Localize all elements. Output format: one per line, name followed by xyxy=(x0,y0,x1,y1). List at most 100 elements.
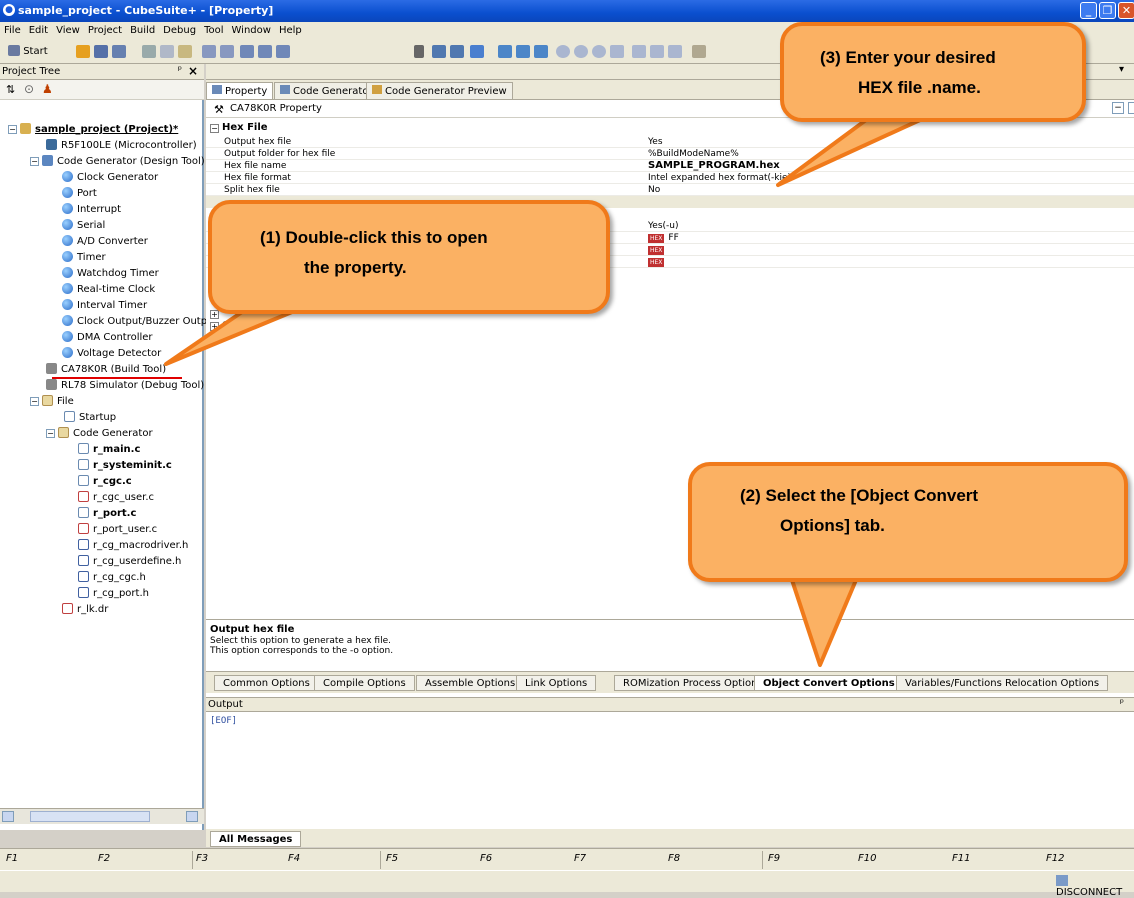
connect-icon[interactable] xyxy=(692,45,706,58)
fkey-f3[interactable]: F3 xyxy=(196,853,208,864)
download-icon[interactable] xyxy=(498,45,512,58)
step-over-icon[interactable] xyxy=(650,45,664,58)
dropdown-icon[interactable] xyxy=(414,45,424,58)
tab-romization-options[interactable]: ROMization Process Options xyxy=(614,675,772,691)
menu-view[interactable]: View xyxy=(52,22,84,36)
property-row[interactable]: Output hex file Yes xyxy=(206,136,1134,148)
tree-item-project[interactable]: − sample_project (Project)* xyxy=(8,122,178,138)
save-all-icon[interactable] xyxy=(112,45,126,58)
property-row[interactable]: Split hex file No xyxy=(206,184,1134,196)
tree-item-microcontroller[interactable]: R5F100LE (Microcontroller) xyxy=(46,138,197,154)
horizontal-scrollbar[interactable] xyxy=(0,808,204,824)
hex-file-name-field[interactable]: SAMPLE_PROGRAM.hex xyxy=(648,160,780,172)
tree-item-file-r-cgc-user[interactable]: r_cgc_user.c xyxy=(78,490,154,506)
tab-link-options[interactable]: Link Options xyxy=(516,675,597,691)
panel-menu-icon[interactable]: ▾ xyxy=(1119,64,1124,75)
property-row[interactable]: Output folder for hex file %BuildModeName… xyxy=(206,148,1134,160)
tab-compile-options[interactable]: Compile Options xyxy=(314,675,415,691)
menu-help[interactable]: Help xyxy=(275,22,306,36)
open-icon[interactable] xyxy=(76,45,90,58)
collapse-icon[interactable]: − xyxy=(30,157,39,166)
tree-item-file-r-cg-userdefine[interactable]: r_cg_userdefine.h xyxy=(78,554,181,570)
section-others[interactable]: + Others xyxy=(206,320,1134,332)
tree-item-file-r-cg-port-h[interactable]: r_cg_port.h xyxy=(78,586,149,602)
menu-file[interactable]: File xyxy=(0,22,25,36)
redo-icon[interactable] xyxy=(220,45,234,58)
menu-debug[interactable]: Debug xyxy=(159,22,200,36)
tree-item-file-r-cg-cgc-h[interactable]: r_cg_cgc.h xyxy=(78,570,146,586)
tree-item-file[interactable]: − File xyxy=(30,394,74,410)
tree-item-port[interactable]: Port xyxy=(62,186,97,202)
tree-item-file-r-systeminit[interactable]: r_systeminit.c xyxy=(78,458,172,474)
close-panel-icon[interactable]: × xyxy=(188,64,198,78)
tree-item-file-r-port[interactable]: r_port.c xyxy=(78,506,136,522)
fkey-f2[interactable]: F2 xyxy=(98,853,110,864)
tree-item-clock-output[interactable]: Clock Output/Buzzer Output xyxy=(62,314,217,330)
fkey-f7[interactable]: F7 xyxy=(574,853,586,864)
tree-item-clock-generator[interactable]: Clock Generator xyxy=(62,170,158,186)
save-icon[interactable] xyxy=(94,45,108,58)
scroll-right-icon[interactable] xyxy=(186,811,198,822)
rebuild-icon[interactable] xyxy=(450,45,464,58)
replace-icon[interactable] xyxy=(258,45,272,58)
tree-item-real-time-clock[interactable]: Real-time Clock xyxy=(62,282,155,298)
tree-item-debug-tool[interactable]: RL78 Simulator (Debug Tool) xyxy=(46,378,204,394)
collapse-icon[interactable]: − xyxy=(8,125,17,134)
find-icon[interactable] xyxy=(240,45,254,58)
menu-window[interactable]: Window xyxy=(228,22,275,36)
tree-item-interrupt[interactable]: Interrupt xyxy=(62,202,121,218)
tree-item-serial[interactable]: Serial xyxy=(62,218,105,234)
tab-code-generator-preview[interactable]: Code Generator Preview xyxy=(366,82,513,99)
sort-icon[interactable]: ⇅ xyxy=(6,83,15,96)
property-row-hex-file-name[interactable]: Hex file name SAMPLE_PROGRAM.hex xyxy=(206,160,1134,172)
tree-item-code-generator-folder[interactable]: − Code Generator xyxy=(46,426,153,442)
tree-item-file-r-cg-macrodriver[interactable]: r_cg_macrodriver.h xyxy=(78,538,188,554)
run-icon[interactable] xyxy=(574,45,588,58)
collapse-icon[interactable]: − xyxy=(46,429,55,438)
fkey-f12[interactable]: F12 xyxy=(1046,853,1064,864)
menu-edit[interactable]: Edit xyxy=(25,22,52,36)
tab-assemble-options[interactable]: Assemble Options xyxy=(416,675,525,691)
stop-icon[interactable] xyxy=(556,45,570,58)
pin-icon[interactable]: ᵖ xyxy=(1120,698,1124,709)
tree-item-startup[interactable]: Startup xyxy=(64,410,116,426)
pin-icon[interactable]: ᵖ xyxy=(178,65,182,76)
menu-build[interactable]: Build xyxy=(126,22,159,36)
build-icon[interactable] xyxy=(432,45,446,58)
copy-icon[interactable] xyxy=(160,45,174,58)
tab-object-convert-options[interactable]: Object Convert Options xyxy=(754,675,904,691)
scroll-thumb[interactable] xyxy=(30,811,150,822)
tab-variables-relocation-options[interactable]: Variables/Functions Relocation Options xyxy=(896,675,1109,691)
fkey-f9[interactable]: F9 xyxy=(768,853,780,864)
restore-button[interactable]: ❐ xyxy=(1099,2,1116,19)
go-icon[interactable] xyxy=(592,45,606,58)
step-in-icon[interactable] xyxy=(632,45,646,58)
tree-item-dma-controller[interactable]: DMA Controller xyxy=(62,330,153,346)
fkey-f5[interactable]: F5 xyxy=(386,853,398,864)
find-in-files-icon[interactable] xyxy=(276,45,290,58)
collapse-icon[interactable]: − xyxy=(30,397,39,406)
tab-property[interactable]: Property xyxy=(206,82,274,99)
tree-item-voltage-detector[interactable]: Voltage Detector xyxy=(62,346,161,362)
disconnect-status[interactable]: DISCONNECT xyxy=(1056,875,1134,898)
fkey-f4[interactable]: F4 xyxy=(288,853,300,864)
tree-item-file-r-main[interactable]: r_main.c xyxy=(78,442,140,458)
step-icon[interactable] xyxy=(534,45,548,58)
cut-icon[interactable] xyxy=(142,45,156,58)
paste-icon[interactable] xyxy=(178,45,192,58)
tree-item-file-r-cgc[interactable]: r_cgc.c xyxy=(78,474,132,490)
fkey-f10[interactable]: F10 xyxy=(858,853,876,864)
start-button[interactable]: Start xyxy=(8,45,48,57)
fkey-f6[interactable]: F6 xyxy=(480,853,492,864)
tree-item-file-r-lk-dr[interactable]: r_lk.dr xyxy=(62,602,108,618)
tree-item-ad-converter[interactable]: A/D Converter xyxy=(62,234,148,250)
tab-all-messages[interactable]: All Messages xyxy=(210,831,302,847)
section-collapse-icon[interactable]: − xyxy=(210,124,219,133)
tree-item-file-r-port-user[interactable]: r_port_user.c xyxy=(78,522,157,538)
property-row[interactable]: Hex file format Intel expanded hex format… xyxy=(206,172,1134,184)
menu-project[interactable]: Project xyxy=(84,22,126,36)
debug-build-icon[interactable] xyxy=(516,45,530,58)
fkey-f8[interactable]: F8 xyxy=(668,853,680,864)
collapse-all-icon[interactable]: − xyxy=(1112,102,1124,114)
close-button[interactable]: ✕ xyxy=(1118,2,1134,19)
